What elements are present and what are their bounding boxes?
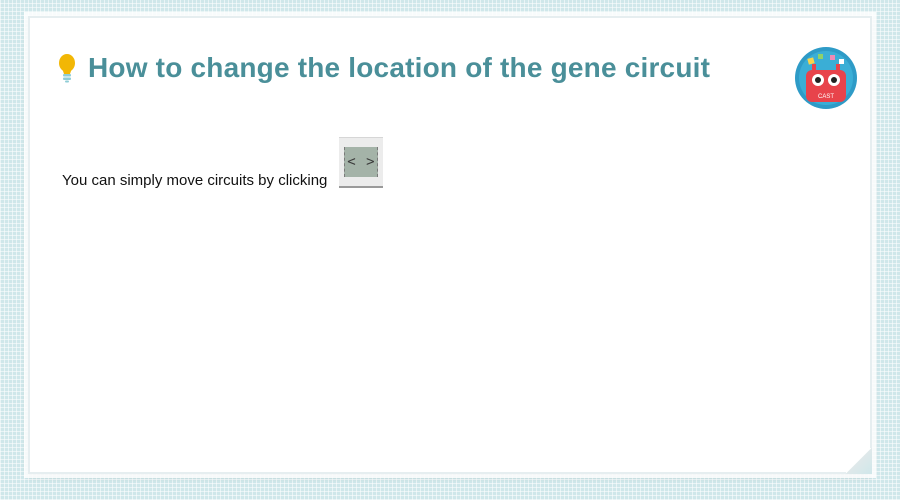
page-curl-corner — [846, 448, 872, 474]
move-circuit-button[interactable]: < > — [339, 137, 384, 188]
instruction-text: You can simply move circuits by clicking — [62, 172, 328, 189]
move-arrows-icon: < > — [344, 147, 379, 177]
logo-text: CAST — [818, 94, 834, 100]
page-title: How to change the location of the gene c… — [88, 52, 711, 83]
instruction-row: You can simply move circuits by clicking… — [62, 136, 384, 189]
slide-card: How to change the location of the gene c… — [28, 16, 872, 474]
lightbulb-icon — [59, 54, 75, 83]
title-row: How to change the location of the gene c… — [56, 52, 710, 84]
robot-logo-icon: CAST — [795, 47, 857, 109]
